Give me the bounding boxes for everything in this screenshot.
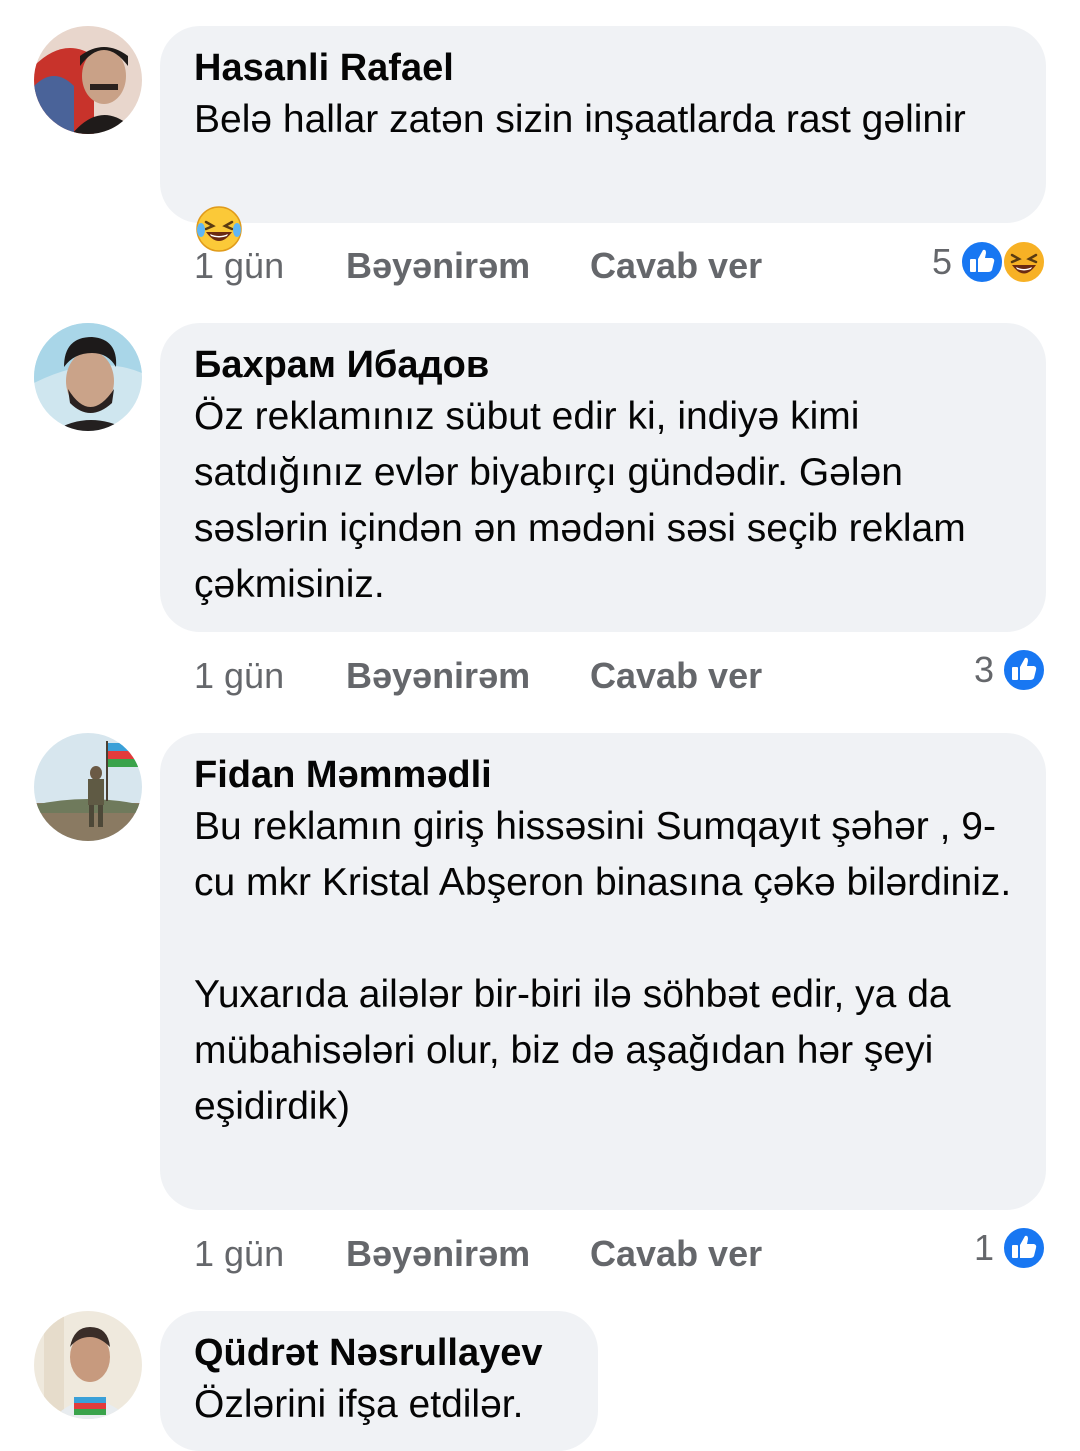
- comment-timestamp[interactable]: 1 gün: [194, 654, 284, 698]
- comment-bubble: Fidan Məmmədli Bu reklamın giriş hissəsi…: [160, 733, 1046, 1210]
- avatar[interactable]: [34, 26, 142, 134]
- laughing-tears-emoji-icon: [194, 148, 244, 252]
- like-button[interactable]: Bəyənirəm: [346, 244, 530, 288]
- comment-text: Öz reklamınız sübut edir ki, indiyə kimi…: [194, 395, 966, 606]
- reactions-summary[interactable]: 5: [932, 238, 1046, 286]
- comment-author[interactable]: Бахрам Ибадов: [194, 341, 1012, 389]
- like-reaction-icon: [960, 240, 1004, 284]
- reactions-summary[interactable]: 1: [974, 1224, 1046, 1272]
- reaction-count: 1: [973, 1227, 994, 1268]
- like-reaction-icon: [1002, 1226, 1046, 1270]
- comment-bubble: Qüdrət Nəsrullayev Özlərini ifşa etdilər…: [160, 1311, 598, 1451]
- like-button[interactable]: Bəyənirəm: [346, 1232, 530, 1276]
- comment-bubble: Бахрам Ибадов Öz reklamınız sübut edir k…: [160, 323, 1046, 632]
- like-button[interactable]: Bəyənirəm: [346, 654, 530, 698]
- reply-button[interactable]: Cavab ver: [590, 244, 762, 288]
- reaction-count: 3: [973, 649, 994, 690]
- comment-text: Bu reklamın giriş hissəsini Sumqayıt şəh…: [194, 805, 1012, 1128]
- haha-reaction-icon: [1002, 240, 1046, 284]
- comment-author[interactable]: Hasanli Rafael: [194, 44, 1012, 92]
- comment-timestamp[interactable]: 1 gün: [194, 244, 284, 288]
- comment-bubble: Hasanli Rafael Belə hallar zatən sizin i…: [160, 26, 1046, 252]
- comment-timestamp[interactable]: 1 gün: [194, 1232, 284, 1276]
- avatar[interactable]: [34, 733, 142, 841]
- reaction-count: 5: [931, 241, 952, 282]
- like-reaction-icon: [1002, 648, 1046, 692]
- comment-text: Özlərini ifşa etdilər.: [194, 1383, 524, 1426]
- avatar[interactable]: [34, 1311, 142, 1419]
- reactions-summary[interactable]: 3: [974, 646, 1046, 694]
- comment-text-content: Belə hallar zatən sizin inşaatlarda rast…: [194, 98, 966, 141]
- reply-button[interactable]: Cavab ver: [590, 654, 762, 698]
- avatar[interactable]: [34, 323, 142, 431]
- comment-text: Belə hallar zatən sizin inşaatlarda rast…: [194, 92, 1012, 262]
- comment-author[interactable]: Qüdrət Nəsrullayev: [194, 1329, 564, 1377]
- reply-button[interactable]: Cavab ver: [590, 1232, 762, 1276]
- comment-author[interactable]: Fidan Məmmədli: [194, 751, 1012, 799]
